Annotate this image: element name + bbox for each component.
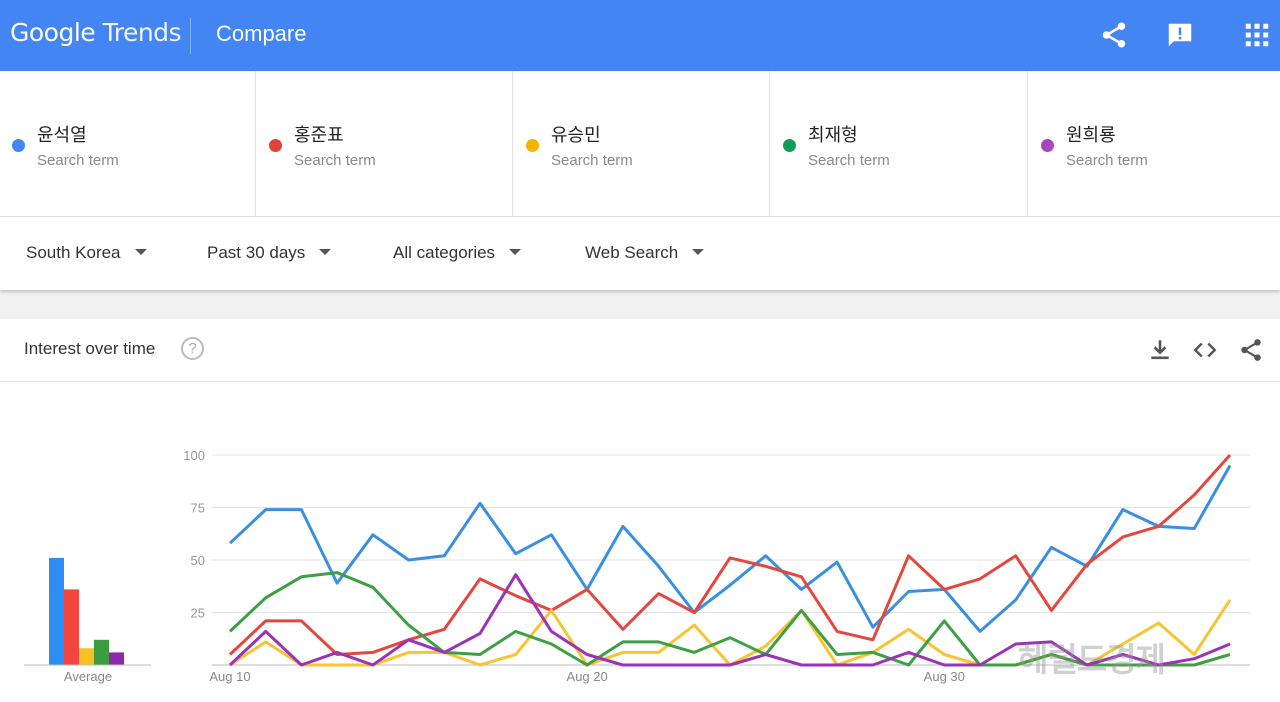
region-value: South Korea: [26, 243, 121, 262]
term-color-dot: [269, 139, 282, 152]
search-term-5[interactable]: 원희룡 Search term: [1029, 71, 1280, 216]
top-app-bar: Google Trends Compare: [0, 0, 1280, 71]
average-bar: [109, 652, 124, 665]
search-type-value: Web Search: [585, 243, 679, 262]
average-bar: [49, 557, 64, 665]
search-term-1[interactable]: 윤석열 Search term: [0, 71, 256, 216]
term-type: Search term: [294, 152, 376, 169]
google-trends-logo[interactable]: Google Trends: [10, 18, 182, 47]
search-term-4[interactable]: 최재형 Search term: [771, 71, 1028, 216]
chevron-down-icon: [692, 248, 705, 255]
share-icon[interactable]: [1099, 20, 1129, 50]
time-range-dropdown[interactable]: Past 30 days: [207, 243, 332, 263]
time-range-value: Past 30 days: [207, 243, 306, 262]
watermark-logo: 헤럴드경제: [1018, 640, 1166, 679]
term-color-dot: [12, 139, 25, 152]
term-name: 윤석열: [37, 125, 87, 146]
average-bar: [64, 589, 79, 665]
average-label: Average: [64, 669, 112, 684]
term-color-dot: [526, 139, 539, 152]
header-divider: [190, 18, 191, 54]
category-dropdown[interactable]: All categories: [393, 243, 522, 263]
search-term-2[interactable]: 홍준표 Search term: [257, 71, 513, 216]
x-tick-label: Aug 10: [209, 669, 250, 684]
search-type-dropdown[interactable]: Web Search: [585, 243, 705, 263]
series-line: [228, 464, 1232, 633]
card-title: Interest over time: [24, 339, 156, 358]
y-tick-label: 25: [191, 606, 205, 621]
category-value: All categories: [393, 243, 496, 262]
term-color-dot: [1041, 139, 1054, 152]
apps-icon[interactable]: [1242, 20, 1272, 50]
help-icon[interactable]: ?: [181, 337, 204, 360]
average-bar: [79, 648, 94, 665]
download-icon[interactable]: [1147, 337, 1173, 363]
search-terms-bar: 윤석열 Search term 홍준표 Search term 유승민 Sear…: [0, 71, 1280, 217]
term-type: Search term: [37, 152, 119, 169]
y-tick-label: 100: [183, 448, 205, 463]
logo-google-text: Google: [10, 18, 96, 47]
filters-bar: South Korea Past 30 days All categories …: [0, 217, 1280, 290]
share-icon[interactable]: [1238, 337, 1264, 363]
card-header: Interest over time ?: [0, 319, 1280, 382]
x-tick-label: Aug 30: [924, 669, 965, 684]
term-type: Search term: [551, 152, 633, 169]
search-term-3[interactable]: 유승민 Search term: [514, 71, 770, 216]
term-name: 원희룡: [1066, 125, 1116, 146]
term-type: Search term: [1066, 152, 1148, 169]
logo-trends-text: Trends: [102, 18, 182, 47]
y-tick-label: 50: [191, 553, 205, 568]
chevron-down-icon: [509, 248, 522, 255]
series-line: [228, 453, 1232, 656]
term-name: 최재형: [808, 125, 858, 146]
chevron-down-icon: [134, 248, 147, 255]
term-name: 유승민: [551, 125, 601, 146]
term-color-dot: [783, 139, 796, 152]
average-bar: [94, 639, 109, 665]
term-type: Search term: [808, 152, 890, 169]
feedback-icon[interactable]: [1165, 20, 1195, 50]
x-tick-label: Aug 20: [567, 669, 608, 684]
embed-icon[interactable]: [1192, 337, 1218, 363]
chevron-down-icon: [319, 248, 332, 255]
region-dropdown[interactable]: South Korea: [26, 243, 147, 263]
page-title: Compare: [216, 21, 307, 46]
term-name: 홍준표: [294, 125, 344, 146]
y-tick-label: 75: [191, 501, 205, 516]
